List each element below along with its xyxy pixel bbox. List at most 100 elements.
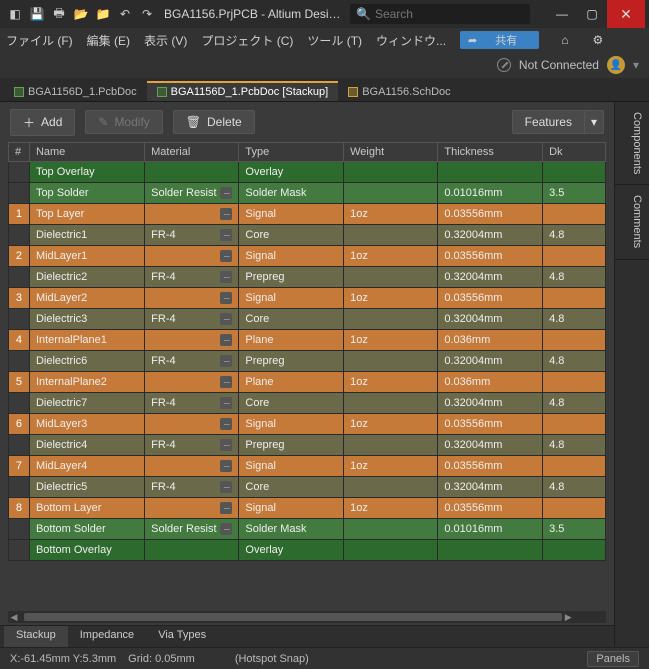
cell-name[interactable]: Bottom Layer bbox=[29, 498, 144, 519]
cell-thickness[interactable]: 0.32004mm bbox=[438, 393, 543, 414]
cell-material[interactable]: FR-4··· bbox=[145, 225, 239, 246]
table-row[interactable]: Dielectric3FR-4···Core0.32004mm4.8 bbox=[9, 309, 606, 330]
cell-name[interactable]: Dielectric7 bbox=[29, 393, 144, 414]
cell-thickness[interactable]: 0.32004mm bbox=[438, 309, 543, 330]
col-num[interactable]: # bbox=[9, 143, 30, 162]
delete-button[interactable]: 🗑Delete bbox=[173, 110, 255, 134]
cell-weight[interactable] bbox=[344, 162, 438, 183]
cell-material[interactable]: ··· bbox=[145, 330, 239, 351]
table-row[interactable]: Bottom OverlayOverlay bbox=[9, 540, 606, 561]
close-button[interactable]: ✕ bbox=[607, 0, 645, 28]
cell-material[interactable]: FR-4··· bbox=[145, 435, 239, 456]
doc-tab-schdoc[interactable]: BGA1156.SchDoc bbox=[338, 81, 460, 101]
cell-weight[interactable]: 1oz bbox=[344, 204, 438, 225]
cell-thickness[interactable]: 0.32004mm bbox=[438, 351, 543, 372]
table-row[interactable]: Bottom SolderSolder Resist···Solder Mask… bbox=[9, 519, 606, 540]
maximize-button[interactable]: ▢ bbox=[577, 0, 607, 28]
cell-dk[interactable]: 4.8 bbox=[543, 225, 606, 246]
cell-weight[interactable] bbox=[344, 519, 438, 540]
cell-weight[interactable]: 1oz bbox=[344, 372, 438, 393]
cell-dk[interactable] bbox=[543, 498, 606, 519]
cell-material[interactable]: ··· bbox=[145, 372, 239, 393]
dropdown-caret-icon[interactable]: ▾ bbox=[633, 58, 639, 72]
cell-weight[interactable] bbox=[344, 225, 438, 246]
cell-material[interactable]: ··· bbox=[145, 204, 239, 225]
cell-thickness[interactable]: 0.03556mm bbox=[438, 456, 543, 477]
cell-material[interactable]: ··· bbox=[145, 456, 239, 477]
material-picker-icon[interactable]: ··· bbox=[220, 334, 232, 346]
cell-dk[interactable] bbox=[543, 330, 606, 351]
scroll-thumb[interactable] bbox=[24, 613, 562, 621]
save-icon[interactable]: 💾 bbox=[28, 5, 46, 23]
cell-type[interactable]: Prepreg bbox=[239, 267, 344, 288]
cell-weight[interactable]: 1oz bbox=[344, 288, 438, 309]
cell-type[interactable]: Core bbox=[239, 477, 344, 498]
search-input-wrap[interactable]: 🔍 bbox=[350, 4, 530, 24]
col-thickness[interactable]: Thickness bbox=[438, 143, 543, 162]
cell-thickness[interactable]: 0.03556mm bbox=[438, 498, 543, 519]
cell-weight[interactable]: 1oz bbox=[344, 330, 438, 351]
cell-material[interactable]: Solder Resist··· bbox=[145, 183, 239, 204]
cell-type[interactable]: Core bbox=[239, 393, 344, 414]
add-button[interactable]: ＋Add bbox=[10, 109, 75, 136]
material-picker-icon[interactable]: ··· bbox=[220, 355, 232, 367]
cell-material[interactable]: FR-4··· bbox=[145, 477, 239, 498]
cell-weight[interactable] bbox=[344, 393, 438, 414]
cell-dk[interactable] bbox=[543, 288, 606, 309]
features-caret[interactable]: ▾ bbox=[585, 110, 604, 134]
cell-material[interactable]: FR-4··· bbox=[145, 393, 239, 414]
cell-weight[interactable]: 1oz bbox=[344, 414, 438, 435]
table-row[interactable]: 3MidLayer2···Signal1oz0.03556mm bbox=[9, 288, 606, 309]
table-row[interactable]: Dielectric1FR-4···Core0.32004mm4.8 bbox=[9, 225, 606, 246]
cell-type[interactable]: Signal bbox=[239, 246, 344, 267]
table-row[interactable]: Dielectric2FR-4···Prepreg0.32004mm4.8 bbox=[9, 267, 606, 288]
cell-name[interactable]: MidLayer2 bbox=[29, 288, 144, 309]
cell-thickness[interactable]: 0.32004mm bbox=[438, 267, 543, 288]
cell-material[interactable] bbox=[145, 162, 239, 183]
cell-thickness[interactable] bbox=[438, 540, 543, 561]
cell-dk[interactable]: 4.8 bbox=[543, 351, 606, 372]
doc-tab-stackup[interactable]: BGA1156D_1.PcbDoc [Stackup] bbox=[147, 81, 339, 101]
cell-name[interactable]: Dielectric4 bbox=[29, 435, 144, 456]
cell-name[interactable]: Bottom Solder bbox=[29, 519, 144, 540]
table-row[interactable]: 7MidLayer4···Signal1oz0.03556mm bbox=[9, 456, 606, 477]
cell-name[interactable]: Dielectric1 bbox=[29, 225, 144, 246]
cell-thickness[interactable]: 0.32004mm bbox=[438, 435, 543, 456]
cell-thickness[interactable]: 0.32004mm bbox=[438, 477, 543, 498]
material-picker-icon[interactable]: ··· bbox=[220, 313, 232, 325]
material-picker-icon[interactable]: ··· bbox=[220, 271, 232, 283]
cell-name[interactable]: MidLayer4 bbox=[29, 456, 144, 477]
cell-weight[interactable] bbox=[344, 435, 438, 456]
col-name[interactable]: Name bbox=[29, 143, 144, 162]
cell-thickness[interactable] bbox=[438, 162, 543, 183]
cell-material[interactable]: ··· bbox=[145, 498, 239, 519]
cell-thickness[interactable]: 0.03556mm bbox=[438, 414, 543, 435]
gear-icon[interactable]: ⚙ bbox=[593, 33, 604, 47]
cell-dk[interactable]: 3.5 bbox=[543, 183, 606, 204]
table-row[interactable]: 8Bottom Layer···Signal1oz0.03556mm bbox=[9, 498, 606, 519]
modify-button[interactable]: ✎Modify bbox=[85, 110, 162, 134]
cell-name[interactable]: Dielectric3 bbox=[29, 309, 144, 330]
cell-material[interactable]: ··· bbox=[145, 288, 239, 309]
cell-type[interactable]: Signal bbox=[239, 288, 344, 309]
print-icon[interactable]: 🖶 bbox=[50, 5, 68, 23]
cell-name[interactable]: Top Layer bbox=[29, 204, 144, 225]
material-picker-icon[interactable]: ··· bbox=[220, 250, 232, 262]
cell-type[interactable]: Plane bbox=[239, 372, 344, 393]
panel-components[interactable]: Components bbox=[615, 102, 649, 185]
menu-file[interactable]: ファイル (F) bbox=[6, 32, 73, 49]
material-picker-icon[interactable]: ··· bbox=[220, 481, 232, 493]
cell-name[interactable]: MidLayer1 bbox=[29, 246, 144, 267]
cell-weight[interactable] bbox=[344, 267, 438, 288]
minimize-button[interactable]: — bbox=[547, 0, 577, 28]
material-picker-icon[interactable]: ··· bbox=[220, 502, 232, 514]
table-row[interactable]: 1Top Layer···Signal1oz0.03556mm bbox=[9, 204, 606, 225]
cell-type[interactable]: Signal bbox=[239, 498, 344, 519]
cell-name[interactable]: Bottom Overlay bbox=[29, 540, 144, 561]
cell-dk[interactable] bbox=[543, 414, 606, 435]
cell-thickness[interactable]: 0.03556mm bbox=[438, 288, 543, 309]
cell-type[interactable]: Solder Mask bbox=[239, 183, 344, 204]
scroll-right-icon[interactable]: ▶ bbox=[562, 612, 574, 623]
material-picker-icon[interactable]: ··· bbox=[220, 460, 232, 472]
cell-weight[interactable]: 1oz bbox=[344, 498, 438, 519]
